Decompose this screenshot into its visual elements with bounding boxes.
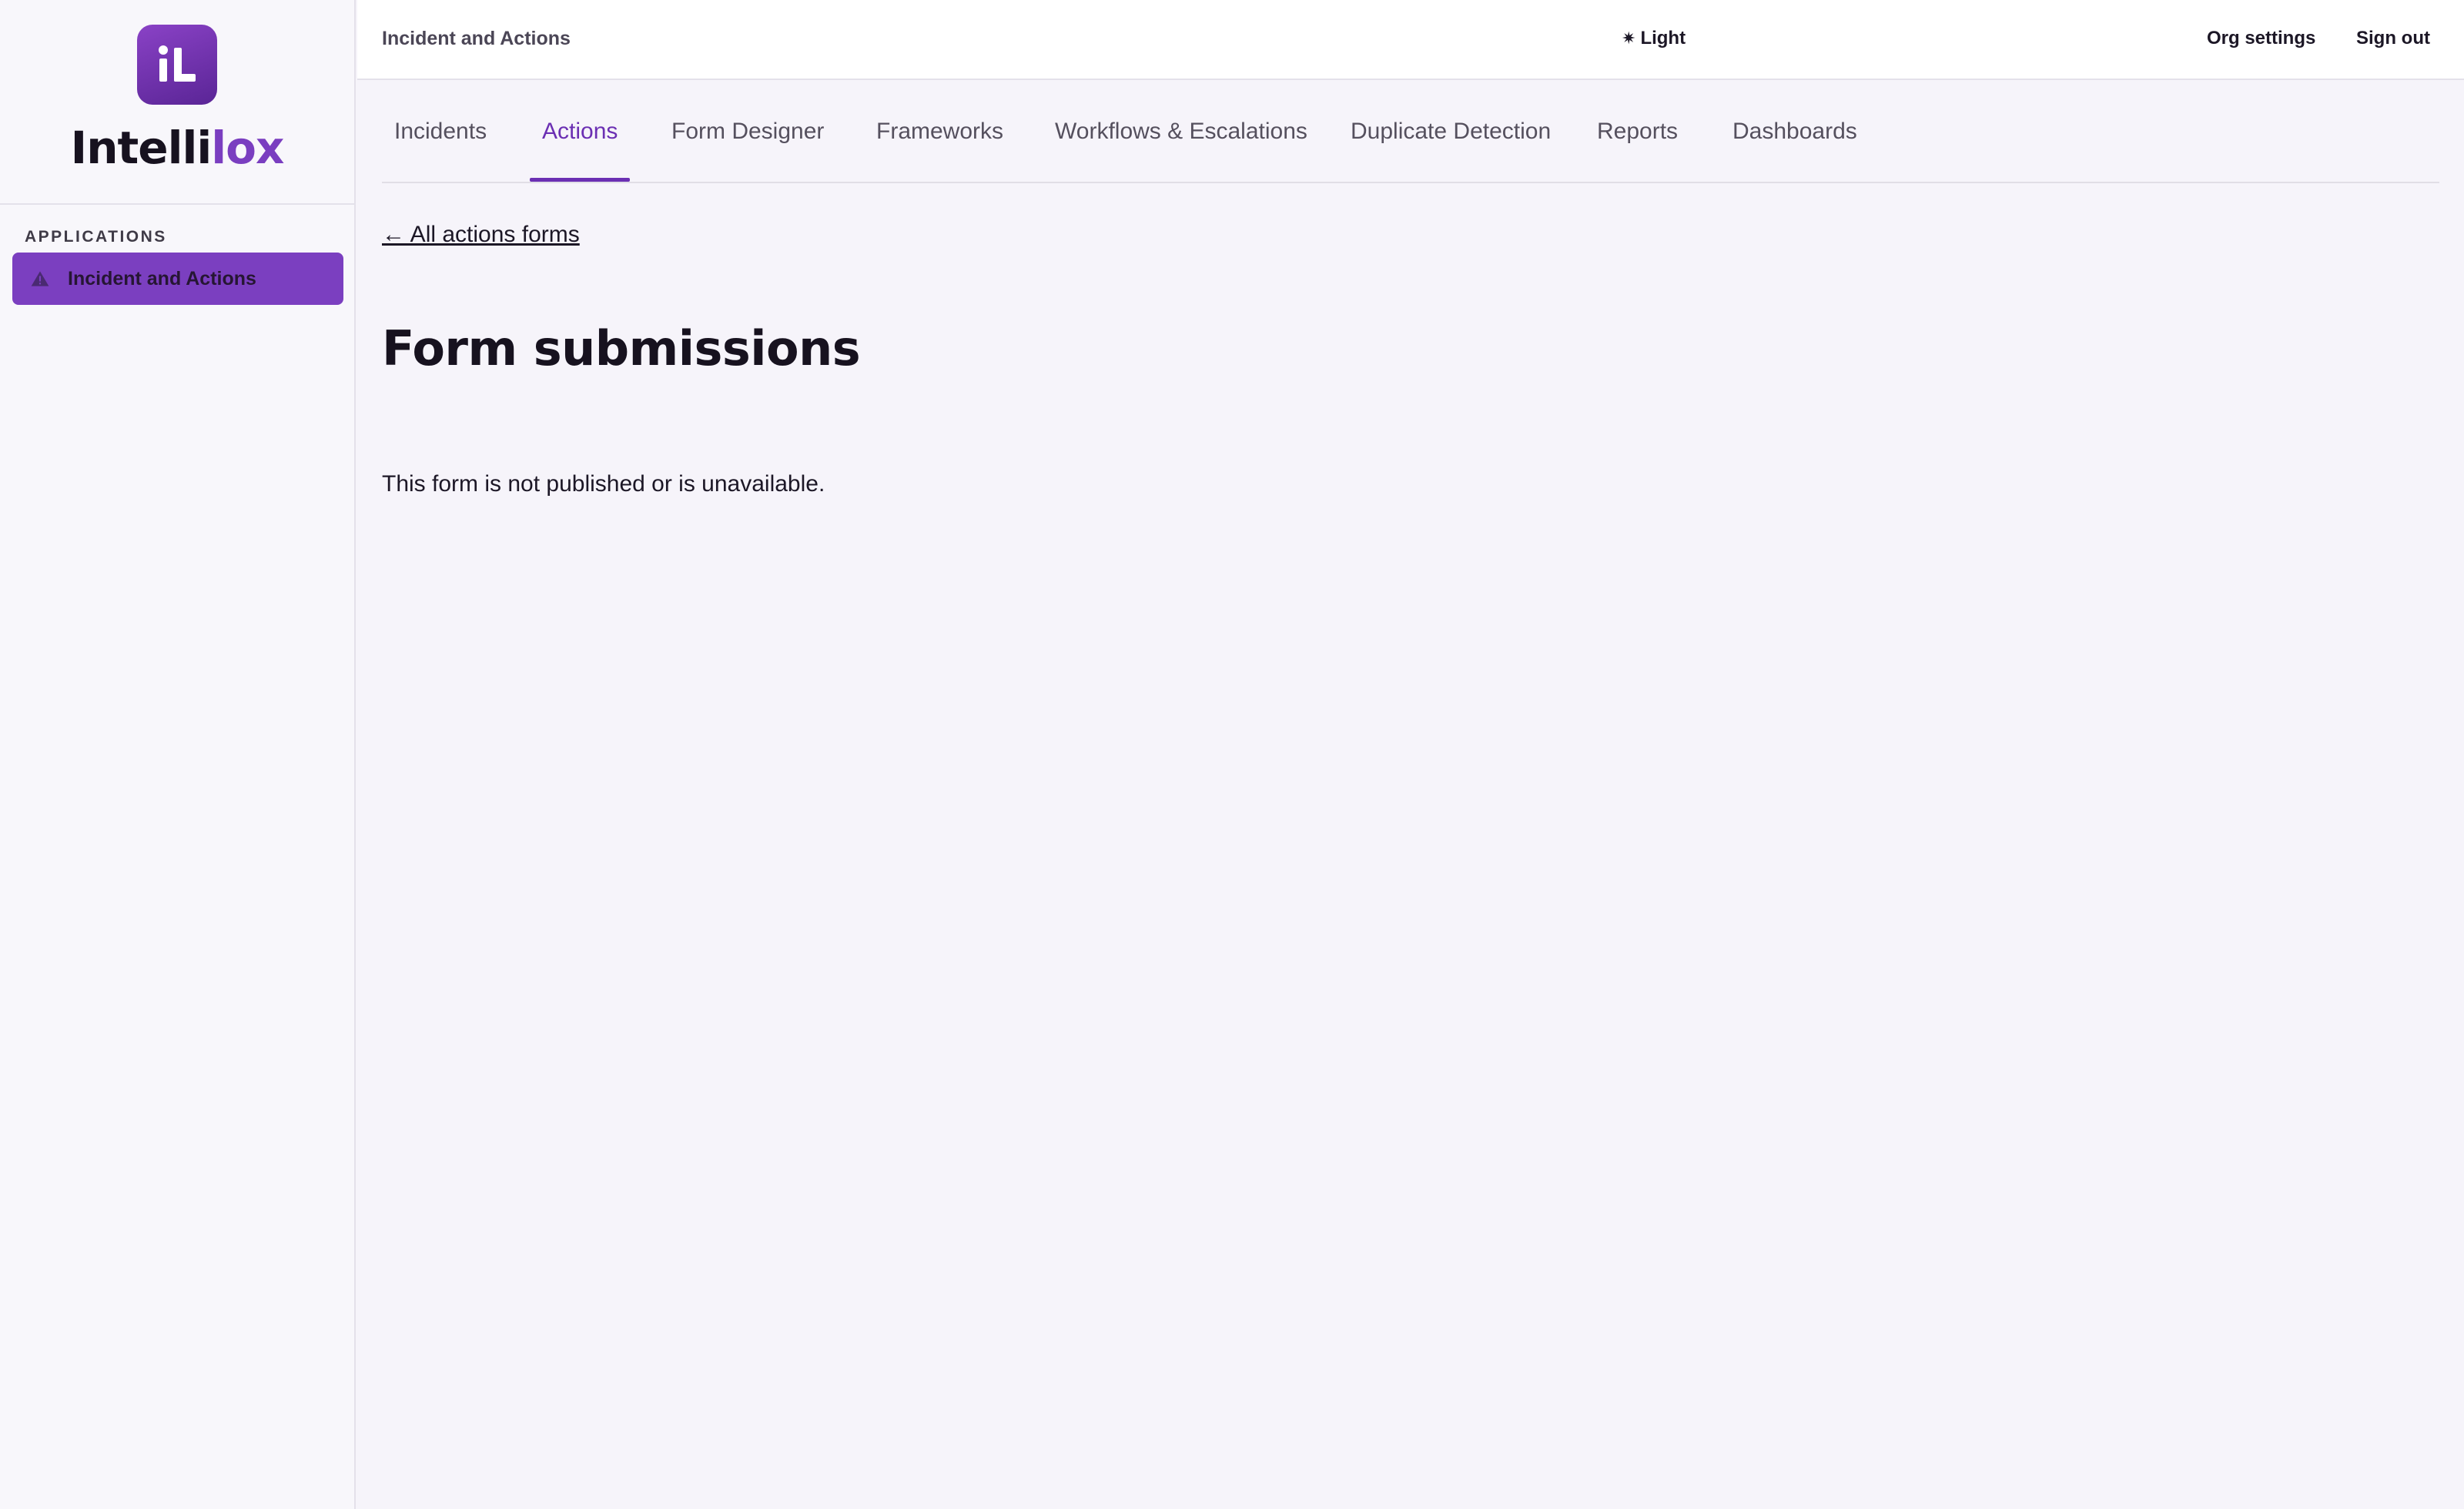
page-title: Form submissions	[382, 320, 861, 376]
app-root: Intellilox APPLICATIONS Incident and Act…	[0, 0, 2464, 1509]
top-header: Incident and Actions ✷ Light Org setting…	[357, 0, 2464, 80]
tab-workflows-escalations[interactable]: Workflows & Escalations	[1043, 119, 1320, 182]
sidebar: Intellilox APPLICATIONS Incident and Act…	[0, 0, 356, 1509]
tab-actions[interactable]: Actions	[530, 119, 631, 182]
tab-frameworks[interactable]: Frameworks	[864, 119, 1016, 182]
tab-form-designer[interactable]: Form Designer	[659, 119, 836, 182]
logo-icon[interactable]	[137, 25, 217, 105]
brand: Intellilox	[0, 0, 354, 205]
tab-duplicate-detection[interactable]: Duplicate Detection	[1338, 119, 1563, 182]
tab-dashboards[interactable]: Dashboards	[1720, 119, 1870, 182]
applications-section-label: APPLICATIONS	[25, 228, 167, 246]
tab-reports[interactable]: Reports	[1585, 119, 1690, 182]
theme-label: Light	[1640, 28, 1686, 49]
logo-glyph	[159, 45, 196, 82]
brand-name: Intellilox	[70, 122, 285, 174]
sun-icon: ✷	[1622, 28, 1636, 48]
tab-bar: Incidents Actions Form Designer Framewor…	[382, 100, 2439, 183]
sidebar-item-label: Incident and Actions	[68, 267, 256, 289]
theme-toggle[interactable]: ✷ Light	[1622, 28, 1686, 49]
brand-name-part1: Intelli	[70, 122, 213, 174]
tab-incidents[interactable]: Incidents	[382, 119, 499, 182]
unavailable-message: This form is not published or is unavail…	[382, 471, 825, 497]
sidebar-item-incident-and-actions[interactable]: Incident and Actions	[12, 253, 343, 305]
back-to-actions-forms-link[interactable]: ← All actions forms	[382, 222, 580, 248]
brand-name-part2: lox	[211, 122, 284, 174]
warning-icon	[29, 266, 54, 291]
sign-out-link[interactable]: Sign out	[2356, 28, 2430, 49]
app-title: Incident and Actions	[382, 28, 571, 49]
org-settings-link[interactable]: Org settings	[2207, 28, 2315, 49]
